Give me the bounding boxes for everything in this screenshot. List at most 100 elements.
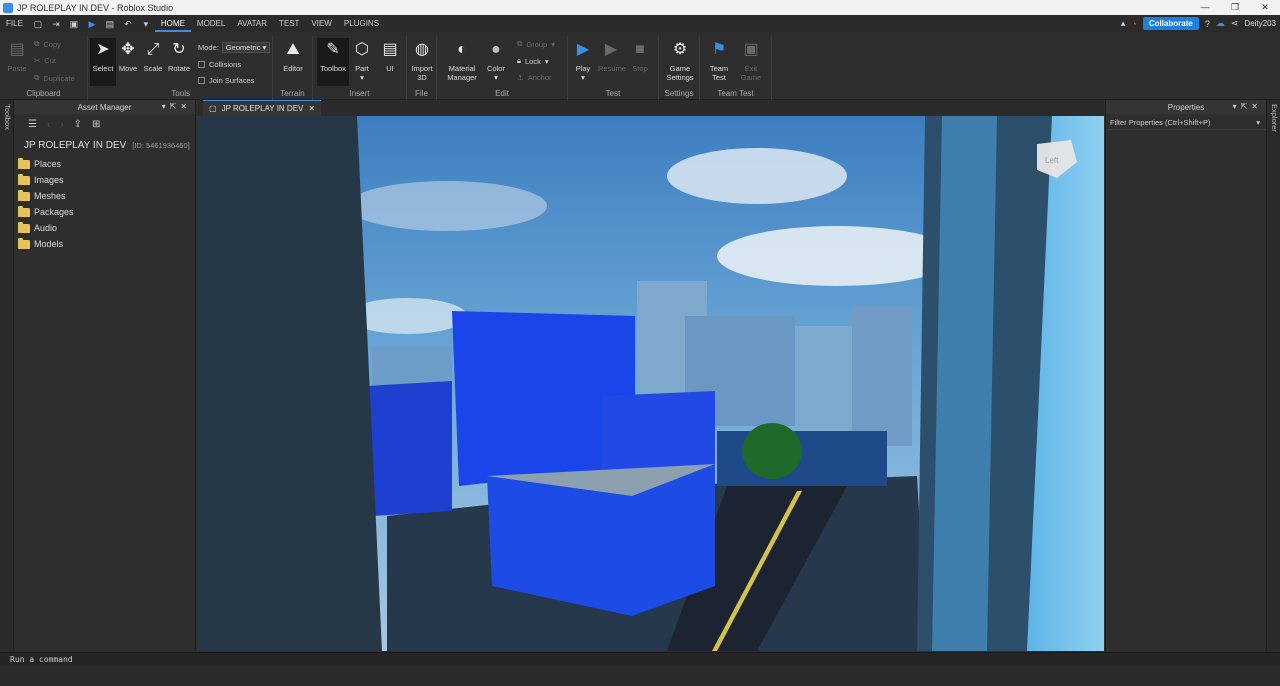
- mode-select[interactable]: Mode: Geometric ▾: [198, 42, 271, 53]
- rotate-button[interactable]: ↻ Rotate: [166, 38, 192, 73]
- lock-icon: 🔒︎: [517, 56, 521, 65]
- notifications-icon[interactable]: ◔: [1131, 19, 1136, 29]
- publish-icon[interactable]: ⇥: [51, 19, 61, 29]
- tab-avatar[interactable]: AVATAR: [231, 15, 273, 32]
- terrain-label: Terrain: [280, 89, 305, 98]
- anchor-button[interactable]: ⚓︎ Anchor: [517, 73, 552, 82]
- maximize-button[interactable]: ❐: [1220, 0, 1250, 15]
- play-button[interactable]: ▶ Play ▾: [570, 38, 596, 82]
- new-file-icon[interactable]: ▢: [33, 19, 43, 29]
- material-icon: ◐: [457, 41, 467, 58]
- panel-controls[interactable]: ▾⇱✕: [162, 100, 191, 114]
- panel-controls[interactable]: ▾⇱✕: [1233, 100, 1262, 114]
- settings-label: Settings: [664, 89, 694, 98]
- select-button[interactable]: ➤ Select: [90, 38, 116, 86]
- close-button[interactable]: ✕: [1250, 0, 1280, 15]
- resume-icon: ▶: [604, 41, 618, 58]
- upload-icon[interactable]: ⇪: [74, 119, 82, 130]
- import-3d-button[interactable]: ◍ Import 3D: [409, 38, 435, 82]
- tab-file[interactable]: FILE: [0, 15, 29, 32]
- explorer-dock-tab[interactable]: Explorer: [1270, 104, 1279, 132]
- asset-manager-title: Asset Manager: [77, 102, 132, 112]
- terrain-editor-button[interactable]: ⛰ Editor: [280, 38, 306, 73]
- filter-properties-input[interactable]: Filter Properties (Ctrl+Shift+P) ▾: [1106, 116, 1266, 130]
- group-icon: ⧉: [517, 39, 523, 48]
- game-settings-button[interactable]: ⚙ Game Settings: [665, 38, 695, 82]
- tab-model[interactable]: MODEL: [191, 15, 231, 32]
- part-button[interactable]: ⬡ Part ▾: [349, 38, 375, 82]
- tab-test[interactable]: TEST: [273, 15, 305, 32]
- folder-models[interactable]: Models: [14, 236, 195, 252]
- folder-icon: [18, 189, 30, 201]
- lock-button[interactable]: 🔒︎ Lock ▾: [517, 56, 549, 66]
- cut-button[interactable]: ✂ Cut: [34, 56, 56, 65]
- folder-places[interactable]: Places: [14, 156, 195, 172]
- tab-view[interactable]: VIEW: [305, 15, 337, 32]
- move-button[interactable]: ✥ Move: [115, 38, 141, 73]
- resume-button[interactable]: ▶ Resume: [598, 38, 626, 73]
- copy-icon: ⧉: [34, 39, 40, 48]
- tab-home[interactable]: HOME: [154, 15, 191, 32]
- collapse-ribbon-icon[interactable]: ▴: [1121, 18, 1126, 29]
- folder-audio[interactable]: Audio: [14, 220, 195, 236]
- command-bar[interactable]: Run a command: [0, 652, 1280, 666]
- save-icon[interactable]: ▣: [69, 19, 79, 29]
- toolbox-button[interactable]: ✎ Toolbox: [317, 38, 349, 86]
- paste-button[interactable]: ▤ Paste: [4, 38, 30, 73]
- user-name[interactable]: Deity203: [1244, 19, 1276, 28]
- game-id: [ID: 5461936460]: [132, 141, 190, 150]
- close-tab-icon[interactable]: ✕: [308, 104, 315, 113]
- customize-icon[interactable]: ▾: [141, 19, 151, 29]
- document-tab[interactable]: ▢ JP ROLEPLAY IN DEV ✕: [203, 100, 322, 116]
- window-controls: — ❐ ✕: [1190, 0, 1280, 15]
- collisions-toggle[interactable]: Collisions: [198, 60, 241, 69]
- place-icon: ▢: [209, 104, 217, 113]
- duplicate-button[interactable]: ⧉ Duplicate: [34, 73, 75, 83]
- folder-images[interactable]: Images: [14, 172, 195, 188]
- status-bar: [0, 666, 1280, 686]
- back-icon[interactable]: ‹: [47, 119, 50, 130]
- file-label: File: [415, 89, 428, 98]
- toolbox-dock-tab[interactable]: Toolbox: [3, 104, 12, 130]
- copy-button[interactable]: ⧉ Copy: [34, 39, 61, 49]
- gear-icon: ⚙: [672, 41, 688, 58]
- stop-button[interactable]: ■ Stop: [627, 38, 653, 73]
- move-icon: ✥: [121, 41, 135, 58]
- scale-button[interactable]: ⤢ Scale: [140, 38, 166, 73]
- material-manager-button[interactable]: ◐ Material Manager: [445, 38, 479, 82]
- screenshot-icon[interactable]: ▤: [105, 19, 115, 29]
- minimize-button[interactable]: —: [1190, 0, 1220, 15]
- asset-toolbar: ☰ ‹ › ⇪ ⊞: [14, 114, 195, 134]
- cloud-icon[interactable]: ☁: [1216, 18, 1225, 29]
- paste-icon: ▤: [9, 41, 25, 58]
- folder-icon: [18, 237, 30, 249]
- helipad-building: [717, 431, 887, 486]
- ui-button[interactable]: ▤ UI: [377, 38, 403, 73]
- forward-icon[interactable]: ›: [60, 119, 63, 130]
- collisions-checkbox: [198, 61, 205, 68]
- folder-meshes[interactable]: Meshes: [14, 188, 195, 204]
- join-surfaces-checkbox: [198, 77, 205, 84]
- play-icon: ▶: [576, 41, 590, 58]
- color-button[interactable]: ● Color ▾: [483, 38, 509, 82]
- menu-bar: FILE ▢ ⇥ ▣ ▶ ▤ ↶ ▾ HOME MODEL AVATAR TES…: [0, 15, 1280, 32]
- 3d-viewport[interactable]: Left: [197, 116, 1104, 651]
- quick-play-icon[interactable]: ▶: [87, 19, 97, 29]
- help-icon[interactable]: ?: [1205, 19, 1210, 29]
- tab-plugins[interactable]: PLUGINS: [338, 15, 385, 32]
- exit-game-button[interactable]: ▣ Exit Game: [738, 38, 764, 82]
- team-test-icon: ⚑: [711, 41, 727, 58]
- join-surfaces-toggle[interactable]: Join Surfaces: [198, 76, 254, 85]
- collaborate-button[interactable]: Collaborate: [1142, 17, 1199, 30]
- document-tab-bar: ▢ JP ROLEPLAY IN DEV ✕: [197, 100, 1104, 116]
- folder-packages[interactable]: Packages: [14, 204, 195, 220]
- grid-view-icon[interactable]: ⊞: [92, 119, 100, 130]
- cloud: [347, 181, 547, 231]
- share-icon[interactable]: ⋖: [1231, 18, 1239, 29]
- team-test-button[interactable]: ⚑ Team Test: [706, 38, 732, 82]
- group-button[interactable]: ⧉ Group ▾: [517, 39, 555, 49]
- team-test-label: Team Test: [717, 89, 754, 98]
- menu-icon[interactable]: ☰: [28, 119, 37, 130]
- undo-icon[interactable]: ↶: [123, 19, 133, 29]
- test-group: ▶ Play ▾ ▶ Resume ■ Stop Test: [568, 36, 659, 100]
